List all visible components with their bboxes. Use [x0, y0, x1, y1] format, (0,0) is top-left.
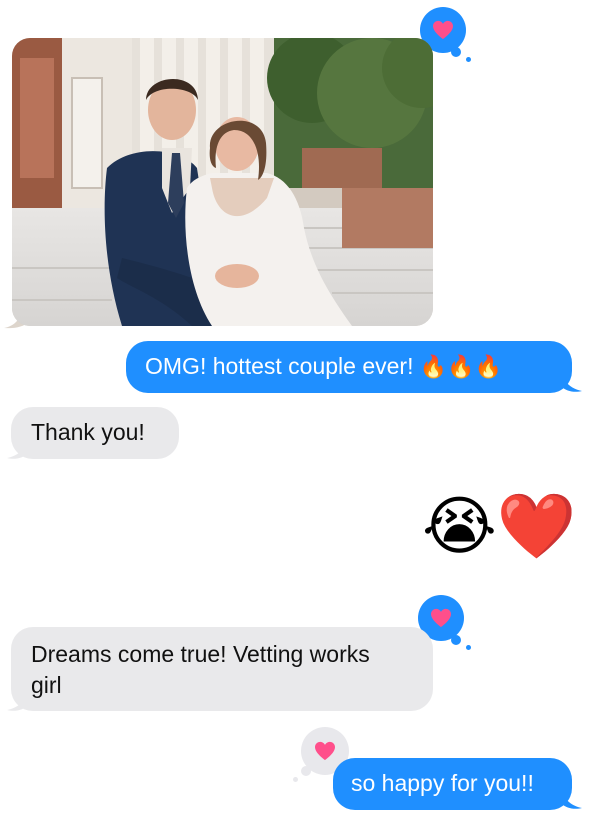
message-text: so happy for you!!	[351, 770, 534, 796]
message-text: OMG! hottest couple ever!	[145, 353, 414, 379]
fire-emojis: 🔥🔥🔥	[419, 354, 503, 379]
red-heart-emoji: ❤️	[496, 490, 577, 562]
reaction-tail-dot	[466, 645, 471, 650]
heart-icon	[431, 608, 451, 628]
sent-message[interactable]: OMG! hottest couple ever! 🔥🔥🔥	[126, 341, 572, 393]
reaction-tail-dot	[466, 57, 471, 62]
message-text-line: Dreams come true! Vetting works	[31, 641, 370, 667]
heart-icon	[315, 741, 335, 761]
emoji-message[interactable]: 😭❤️	[422, 490, 582, 566]
sent-message[interactable]: so happy for you!!	[333, 758, 572, 810]
received-message[interactable]: Dreams come true! Vetting works girl	[11, 627, 433, 711]
message-text-line: girl	[31, 672, 62, 698]
message-text: Thank you!	[31, 419, 145, 445]
heart-icon	[433, 20, 453, 40]
received-message[interactable]: Thank you!	[11, 407, 179, 459]
reaction-tail-dot	[301, 766, 311, 776]
reaction-tail-dot	[451, 635, 461, 645]
crying-face-emoji: 😭	[422, 490, 497, 562]
reaction-tail-dot	[451, 47, 461, 57]
couple-photo	[12, 38, 433, 326]
reaction-tail-dot	[293, 777, 298, 782]
photo-message[interactable]	[12, 38, 433, 326]
